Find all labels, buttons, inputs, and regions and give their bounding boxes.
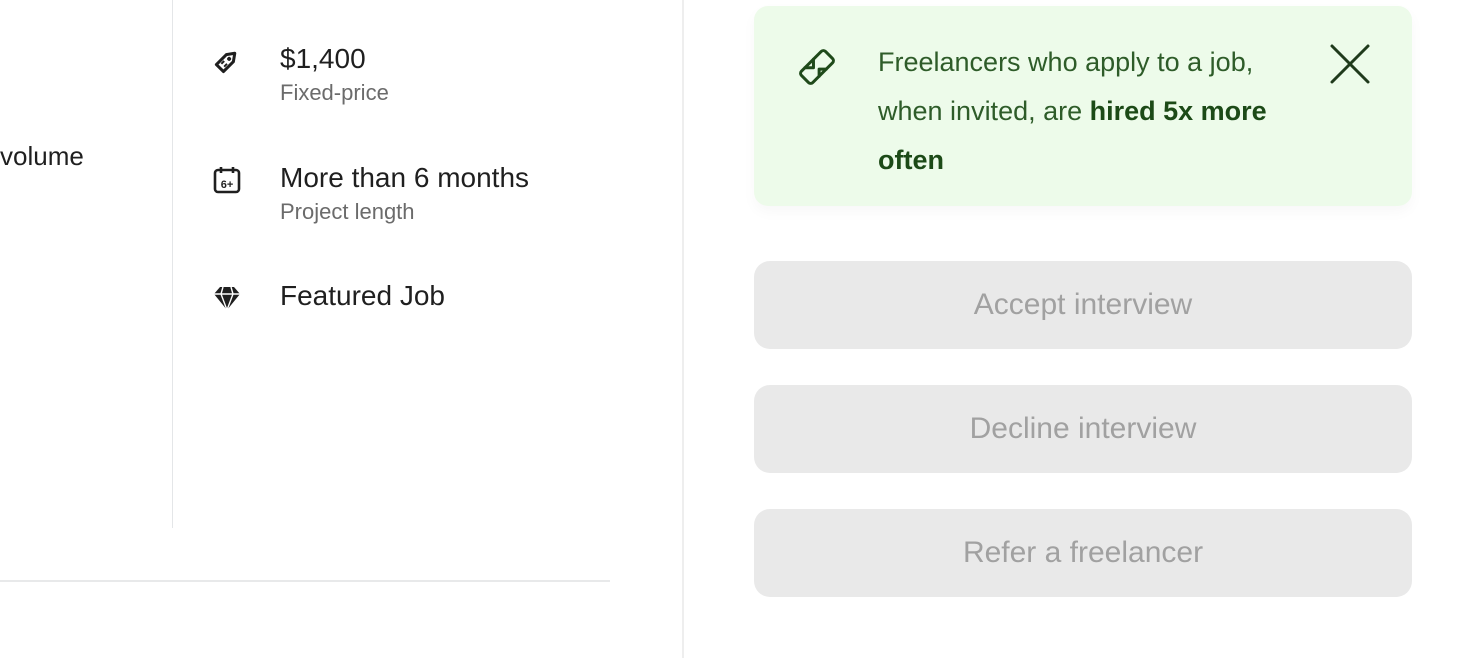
close-icon[interactable] bbox=[1328, 42, 1372, 86]
detail-project-length: 6+ More than 6 months Project length bbox=[210, 161, 529, 227]
featured-job-label: Featured Job bbox=[280, 280, 445, 311]
decline-interview-button[interactable]: Decline interview bbox=[754, 385, 1412, 473]
handshake-icon bbox=[794, 44, 840, 90]
column-divider bbox=[682, 0, 684, 658]
accept-interview-button[interactable]: Accept interview bbox=[754, 261, 1412, 349]
detail-price: $1,400 Fixed-price bbox=[210, 42, 389, 108]
price-value: $1,400 bbox=[280, 43, 366, 74]
horizontal-divider bbox=[0, 580, 610, 582]
project-length-value: More than 6 months bbox=[280, 162, 530, 193]
invite-tip-banner: Freelancers who apply to a job, when inv… bbox=[754, 6, 1412, 206]
refer-freelancer-button[interactable]: Refer a freelancer bbox=[754, 509, 1412, 597]
tip-message: Freelancers who apply to a job, when inv… bbox=[878, 38, 1278, 185]
calendar-6plus-icon: 6+ bbox=[210, 163, 244, 197]
detail-featured-job: Featured Job bbox=[210, 279, 445, 315]
project-length-label: Project length bbox=[280, 199, 415, 224]
diamond-icon bbox=[210, 281, 244, 315]
price-tag-icon bbox=[210, 44, 244, 78]
price-type: Fixed-price bbox=[280, 80, 389, 105]
calendar-badge-text: 6+ bbox=[221, 179, 234, 191]
job-invitation-page: volume $1,400 Fixed-price 6+ More than 6… bbox=[0, 0, 1478, 658]
vertical-divider bbox=[172, 0, 173, 528]
left-partial-text: volume bbox=[0, 141, 84, 171]
